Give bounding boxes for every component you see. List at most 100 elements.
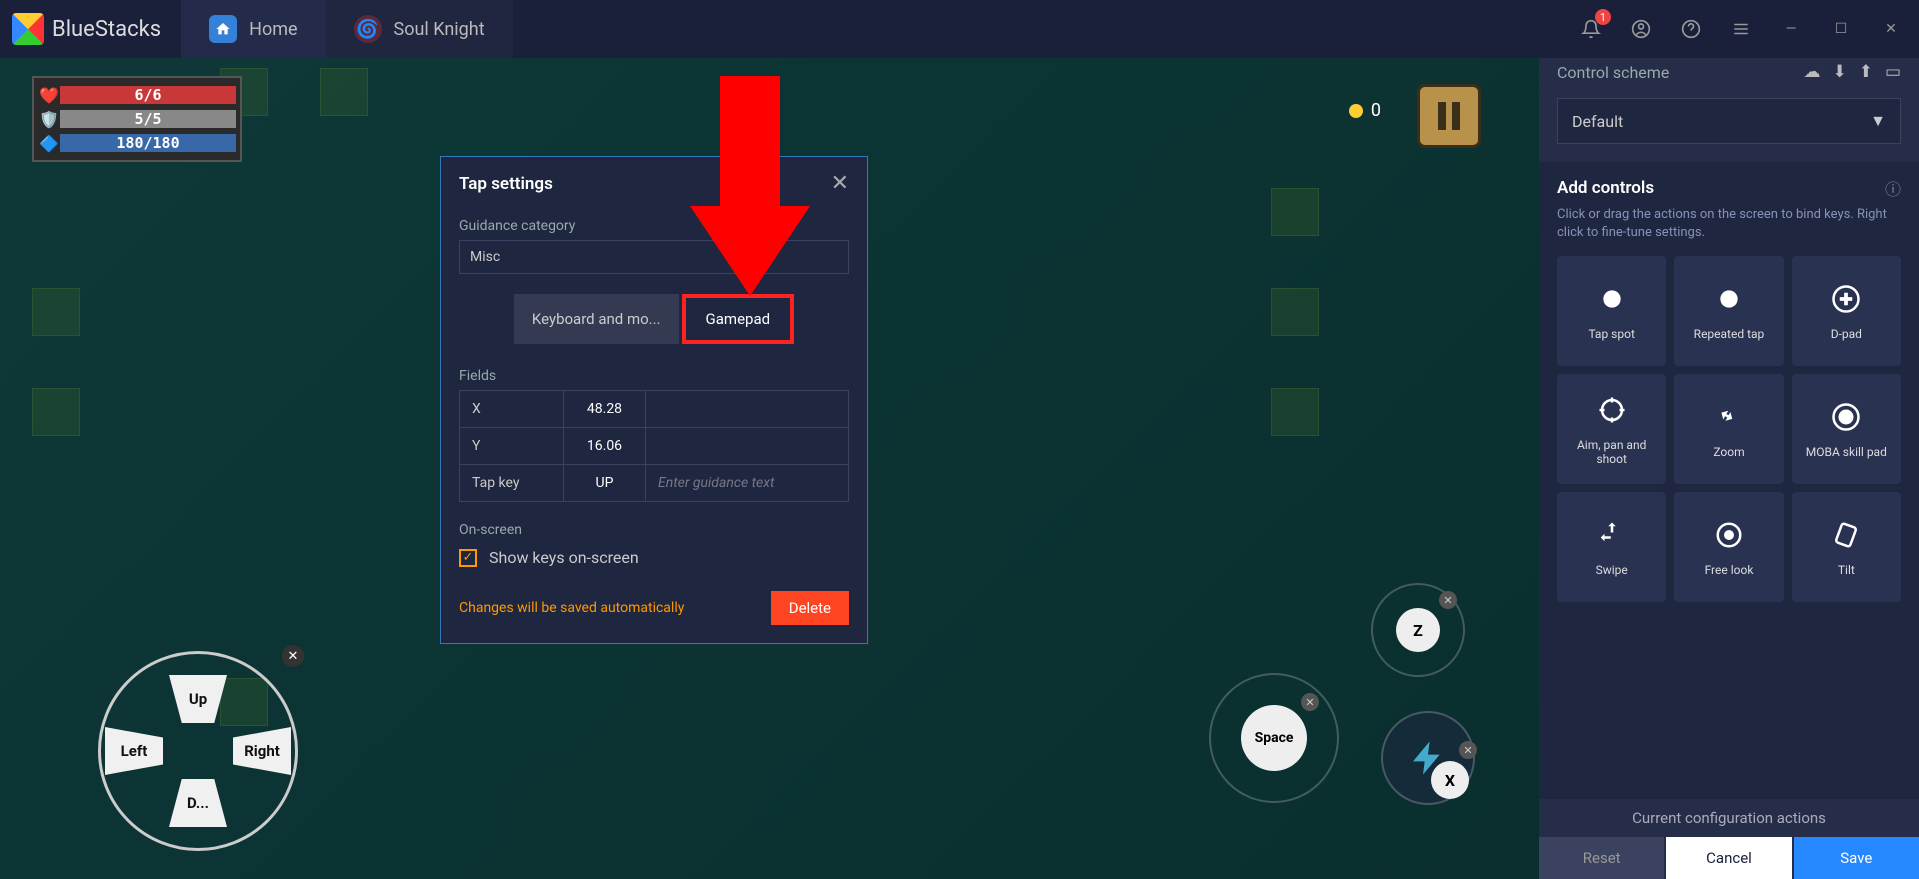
tab-keyboard[interactable]: Keyboard and mo... (514, 294, 679, 344)
close-button[interactable]: ✕ (1875, 13, 1907, 45)
help-icon[interactable]: ⓘ (1885, 176, 1901, 200)
action-close-icon[interactable]: ✕ (1459, 741, 1477, 759)
user-icon[interactable] (1625, 13, 1657, 45)
y-value[interactable]: 16.06 (563, 428, 645, 465)
checkbox-icon[interactable]: ✓ (459, 549, 477, 567)
export-icon[interactable]: ⬆ (1859, 62, 1873, 82)
gamepad-highlight: Gamepad (682, 294, 795, 344)
top-bar: BlueStacks Home 🌀 Soul Knight — ☐ ✕ (0, 0, 1919, 58)
pause-bar-icon (1452, 102, 1460, 130)
folder-icon[interactable]: ▭ (1885, 62, 1901, 82)
show-keys-row[interactable]: ✓ Show keys on-screen (459, 548, 849, 567)
fields-table: X 48.28 Y 16.06 Tap key UP Enter guidanc… (459, 390, 849, 502)
action-x[interactable]: X ✕ (1381, 711, 1475, 805)
tile-moba-skill[interactable]: MOBA skill pad (1792, 374, 1901, 484)
tile-label: Repeated tap (1694, 327, 1765, 341)
shield-row: 🛡️ 5/5 (38, 108, 236, 130)
coin-value: 0 (1371, 100, 1381, 121)
dialog-body: Guidance category Keyboard and mo... Gam… (441, 210, 867, 643)
tapkey-label: Tap key (460, 465, 564, 502)
mana-value: 180/180 (60, 134, 236, 152)
tile-tap-spot[interactable]: Tap spot (1557, 256, 1666, 366)
hp-value: 6/6 (60, 86, 236, 104)
tab-game[interactable]: 🌀 Soul Knight (326, 0, 513, 58)
x-value[interactable]: 48.28 (563, 391, 645, 428)
home-icon (209, 15, 237, 43)
y-guidance[interactable] (645, 428, 848, 465)
save-button[interactable]: Save (1794, 837, 1919, 879)
add-header: Add controls ⓘ (1557, 176, 1901, 200)
bell-icon[interactable] (1575, 13, 1607, 45)
brand: BlueStacks (0, 13, 173, 45)
tile-zoom[interactable]: Zoom (1674, 374, 1783, 484)
x-label: X (460, 391, 564, 428)
crosshair-icon (1594, 392, 1630, 428)
heart-icon: ❤️ (38, 84, 60, 106)
action-z[interactable]: Z ✕ (1371, 583, 1465, 677)
add-controls-section: Add controls ⓘ Click or drag the actions… (1539, 162, 1919, 799)
scheme-label: Control scheme (1557, 63, 1669, 82)
table-row: Tap key UP Enter guidance text (460, 465, 849, 502)
tile-swipe[interactable]: Swipe (1557, 492, 1666, 602)
tile-label: D-pad (1831, 327, 1862, 341)
tilt-icon (1828, 517, 1864, 553)
bluestacks-logo-icon (12, 13, 44, 45)
tile-dpad[interactable]: D-pad (1792, 256, 1901, 366)
pause-button[interactable] (1417, 84, 1481, 148)
cancel-button[interactable]: Cancel (1666, 837, 1791, 879)
tile-label: Tilt (1838, 563, 1855, 577)
tapkey-guidance[interactable]: Enter guidance text (645, 465, 848, 502)
tile-label: Zoom (1713, 445, 1744, 459)
dpad-close-icon[interactable]: ✕ (282, 645, 304, 667)
tile-tilt[interactable]: Tilt (1792, 492, 1901, 602)
tap-settings-dialog: Tap settings ✕ Guidance category Keyboar… (440, 156, 868, 644)
tile-label: Swipe (1596, 563, 1628, 577)
game-app-icon: 🌀 (354, 15, 382, 43)
pause-bar-icon (1438, 102, 1446, 130)
reset-button[interactable]: Reset (1539, 837, 1664, 879)
controls-grid: Tap spot Repeated tap D-pad Aim, pan and… (1557, 256, 1901, 602)
delete-button[interactable]: Delete (771, 591, 849, 625)
cloud-icon[interactable]: ☁ (1803, 62, 1820, 82)
dialog-title: Tap settings (459, 174, 553, 194)
mana-icon: 🔷 (38, 132, 60, 154)
action-space[interactable]: Space ✕ (1209, 673, 1339, 803)
tab-gamepad[interactable]: Gamepad (688, 300, 789, 338)
mana-row: 🔷 180/180 (38, 132, 236, 154)
menu-icon[interactable] (1725, 13, 1757, 45)
action-space-label: Space (1241, 705, 1307, 771)
import-icon[interactable]: ⬇ (1832, 62, 1846, 82)
table-row: Y 16.06 (460, 428, 849, 465)
chevron-down-icon: ▼ (1870, 111, 1886, 131)
game-tile (1271, 188, 1319, 236)
add-title: Add controls (1557, 178, 1654, 198)
action-close-icon[interactable]: ✕ (1301, 693, 1319, 711)
tile-aim-pan-shoot[interactable]: Aim, pan and shoot (1557, 374, 1666, 484)
repeated-tap-icon (1711, 281, 1747, 317)
topbar-actions: — ☐ ✕ (1575, 13, 1919, 45)
close-icon[interactable]: ✕ (831, 171, 849, 196)
scheme-actions: ☁ ⬇ ⬆ ▭ (1803, 62, 1901, 82)
tile-free-look[interactable]: Free look (1674, 492, 1783, 602)
shield-value: 5/5 (60, 110, 236, 128)
free-look-icon (1711, 517, 1747, 553)
maximize-button[interactable]: ☐ (1825, 13, 1857, 45)
x-guidance[interactable] (645, 391, 848, 428)
guidance-input[interactable] (459, 240, 849, 274)
scheme-dropdown[interactable]: Default ▼ (1557, 98, 1901, 144)
game-tile (32, 288, 80, 336)
tile-label: MOBA skill pad (1806, 445, 1887, 459)
tile-repeated-tap[interactable]: Repeated tap (1674, 256, 1783, 366)
dpad-icon (1828, 281, 1864, 317)
action-close-icon[interactable]: ✕ (1439, 591, 1457, 609)
brand-text: BlueStacks (52, 17, 161, 42)
dpad-control[interactable]: ✕ Up D... Left Right (98, 651, 298, 851)
show-keys-label: Show keys on-screen (489, 548, 639, 567)
tab-home[interactable]: Home (181, 0, 325, 58)
minimize-button[interactable]: — (1775, 13, 1807, 45)
help-icon[interactable] (1675, 13, 1707, 45)
scheme-value: Default (1572, 112, 1623, 131)
moba-icon (1828, 399, 1864, 435)
guidance-label: Guidance category (459, 218, 849, 234)
tapkey-value[interactable]: UP (563, 465, 645, 502)
